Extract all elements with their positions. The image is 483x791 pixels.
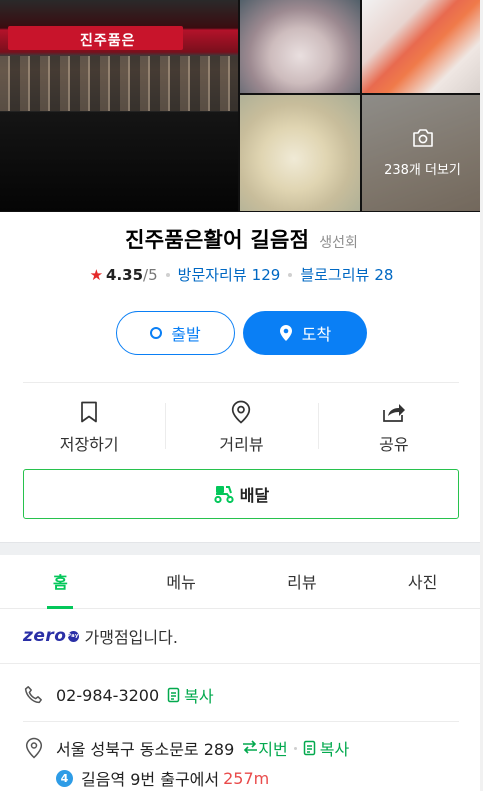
location-pin-icon <box>279 324 293 342</box>
photo-thumb-2[interactable] <box>362 0 483 93</box>
divider <box>23 382 459 383</box>
tab-home[interactable]: 홈 <box>0 554 121 608</box>
visitor-reviews-link[interactable]: 방문자리뷰 129 <box>178 264 281 285</box>
address-text: 서울 성북구 동소문로 289 <box>56 740 235 759</box>
start-label: 출발 <box>171 325 201 344</box>
jibun-label: 지번 <box>258 740 288 759</box>
share-label: 공유 <box>379 435 409 454</box>
storefront-window <box>0 56 238 111</box>
photo-main-storefront[interactable]: 진주품은 <box>0 0 238 211</box>
bookmark-icon <box>80 399 98 425</box>
copy-phone-button[interactable]: 복사 <box>167 683 214 707</box>
visitor-reviews-label: 방문자리뷰 <box>177 266 247 284</box>
save-label: 저장하기 <box>59 435 119 454</box>
streetview-button[interactable]: 거리뷰 <box>165 395 317 461</box>
visitor-reviews-count: 129 <box>251 266 281 284</box>
save-button[interactable]: 저장하기 <box>13 395 165 461</box>
tab-photo[interactable]: 사진 <box>362 554 483 608</box>
photo-gallery[interactable]: 진주품은 238개 더보기 <box>0 0 483 212</box>
photo-thumb-3[interactable] <box>240 95 360 211</box>
share-button[interactable]: 공유 <box>317 395 470 461</box>
separator-dot <box>165 272 170 277</box>
divider <box>0 663 483 664</box>
subway-line-badge: 4 <box>56 769 73 787</box>
zeropay-logo: zero Pay <box>23 626 79 646</box>
delivery-button[interactable]: 배달 <box>23 469 459 519</box>
copy-icon <box>303 740 317 756</box>
route-buttons: 출발 도착 <box>0 311 483 355</box>
zeropay-text: 가맹점입니다. <box>84 628 178 647</box>
streetview-label: 거리뷰 <box>219 435 264 454</box>
share-icon <box>382 399 406 425</box>
zeropay-pay-mark: Pay <box>67 630 79 642</box>
copy-address-button[interactable]: 복사 <box>303 736 349 760</box>
arrive-button[interactable]: 도착 <box>243 311 367 355</box>
rating-max: /5 <box>143 265 158 284</box>
arrive-label: 도착 <box>301 325 332 344</box>
start-point-icon <box>150 327 163 339</box>
blog-reviews-link[interactable]: 블로그리뷰 28 <box>300 264 393 285</box>
tab-menu[interactable]: 메뉴 <box>121 554 242 608</box>
divider <box>23 721 459 722</box>
camera-icon <box>412 128 434 151</box>
station-text: 길음역 9번 출구에서 <box>81 770 220 789</box>
station-row: 4 길음역 9번 출구에서 257m <box>23 766 459 790</box>
copy-address-label: 복사 <box>319 740 350 759</box>
start-button[interactable]: 출발 <box>116 311 235 355</box>
zeropay-row: zero Pay 가맹점입니다. <box>23 624 459 648</box>
rating-score: 4.35 <box>106 265 144 284</box>
blog-reviews-label: 블로그리뷰 <box>300 266 370 284</box>
jibun-toggle[interactable]: 지번 <box>242 736 288 760</box>
phone-row: 02-984-3200 복사 <box>23 683 459 707</box>
copy-icon <box>167 687 181 703</box>
tab-bar: 홈 메뉴 리뷰 사진 <box>0 554 483 609</box>
phone-number[interactable]: 02-984-3200 <box>56 686 159 705</box>
more-photos-label: 238개 더보기 <box>384 162 461 178</box>
address-row: 서울 성북구 동소문로 289 지번 복사 <box>23 736 459 760</box>
swap-arrows-icon <box>242 739 258 758</box>
star-icon: ★ <box>89 265 104 284</box>
location-icon <box>23 737 45 759</box>
more-photos-button[interactable]: 238개 더보기 <box>362 95 483 211</box>
separator-dot <box>293 746 297 750</box>
separator-dot <box>288 272 293 277</box>
phone-icon <box>23 685 45 705</box>
blog-reviews-count: 28 <box>374 266 394 284</box>
map-pin-icon <box>231 399 251 425</box>
place-category: 생선회 <box>319 235 358 251</box>
action-bar: 저장하기 거리뷰 공유 <box>13 395 470 461</box>
station-distance: 257m <box>223 768 270 788</box>
store-sign-text: 진주품은 <box>80 33 136 49</box>
zeropay-logo-text: zero <box>23 626 67 646</box>
delivery-scooter-icon <box>213 484 235 504</box>
place-name: 진주품은활어 길음점 <box>125 228 310 252</box>
copy-phone-label: 복사 <box>184 687 214 706</box>
tab-review[interactable]: 리뷰 <box>242 554 363 608</box>
delivery-label: 배달 <box>239 486 270 505</box>
place-header: 진주품은활어 길음점 생선회 ★ 4.35 /5 방문자리뷰 129 블로그리뷰 2… <box>0 224 483 285</box>
place-stats: ★ 4.35 /5 방문자리뷰 129 블로그리뷰 28 <box>0 264 483 285</box>
street-area <box>0 112 238 211</box>
photo-thumb-1[interactable] <box>240 0 360 93</box>
